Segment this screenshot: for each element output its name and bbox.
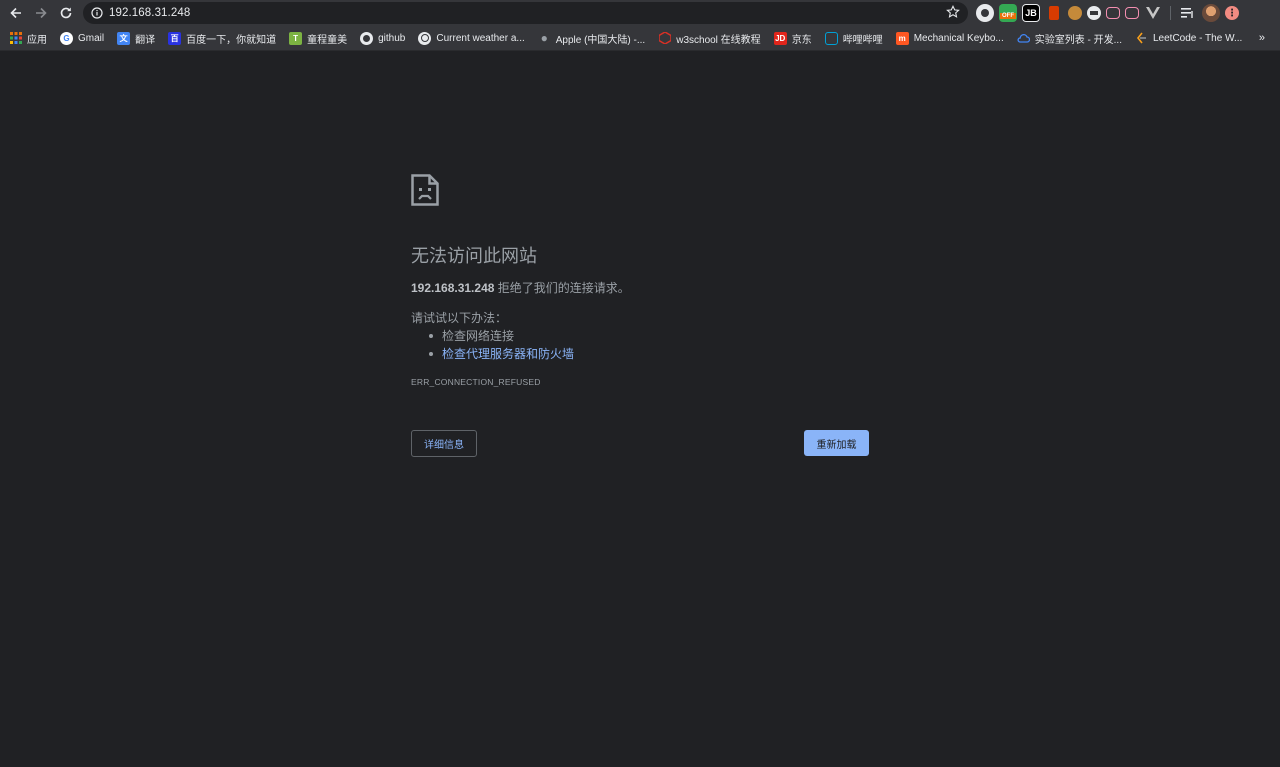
leetcode-icon [1135, 32, 1148, 45]
bookmarks-overflow-button[interactable]: » [1259, 32, 1265, 44]
address-bar[interactable]: 192.168.31.248 [83, 2, 968, 24]
error-host: 192.168.31.248 [411, 281, 495, 295]
bookmark-github[interactable]: github [360, 26, 405, 51]
w3school-icon [658, 32, 671, 45]
bookmark-label: w3school 在线教程 [676, 34, 761, 46]
off-badge-icon[interactable]: OFF [999, 4, 1017, 22]
bookmark-tongcheng[interactable]: T 童程童美 [289, 26, 347, 51]
reload-toolbar-button[interactable] [53, 0, 78, 26]
error-code: ERR_CONNECTION_REFUSED [411, 377, 541, 387]
toolbar-divider [1170, 6, 1171, 20]
baidu-icon: 百 [168, 31, 182, 45]
browser-toolbar: 192.168.31.248 OFF JB ⋮ [0, 0, 1280, 26]
tv-extension-icon[interactable] [1125, 7, 1139, 19]
url-text: 192.168.31.248 [109, 7, 191, 19]
bookmark-leetcode[interactable]: LeetCode - The W... [1135, 26, 1242, 51]
bookmark-baidu[interactable]: 百 百度一下，你就知道 [168, 26, 276, 51]
reload-icon [60, 7, 71, 19]
bookmark-label: 童程童美 [307, 34, 348, 46]
bookmark-label: 哔哩哔哩 [842, 34, 883, 46]
jd-icon: JD [773, 31, 787, 45]
bilibili-extension-icon[interactable] [1106, 7, 1120, 19]
jb-icon[interactable]: JB [1022, 4, 1040, 22]
bookmark-weather[interactable]: Current weather a... [418, 26, 525, 51]
profile-avatar[interactable] [1202, 4, 1220, 22]
chrome-update-icon[interactable]: ⋮ [1225, 6, 1239, 20]
bookmark-label: 应用 [27, 34, 47, 46]
bookmark-star-icon[interactable] [946, 5, 960, 24]
github-icon [360, 31, 374, 45]
translate-icon: 文 [117, 31, 131, 45]
apple-icon: ● [540, 31, 548, 45]
reload-button[interactable]: 重新加载 [804, 430, 869, 456]
bookmark-jd[interactable]: JD 京东 [773, 26, 812, 51]
bookmark-apple[interactable]: ● Apple (中国大陆) -... [538, 26, 646, 51]
try-suggestions-label: 请试试以下办法： [411, 311, 508, 325]
bookmark-label: Current weather a... [436, 32, 525, 44]
vue-extension-icon[interactable] [1144, 4, 1162, 22]
bookmark-label: LeetCode - The W... [1152, 32, 1243, 44]
suggestion-check-network: 检查网络连接 [428, 327, 574, 345]
bookmark-label: 京东 [791, 34, 812, 46]
bookmark-w3school[interactable]: w3school 在线教程 [658, 26, 761, 51]
bookmark-label: Gmail [78, 32, 105, 44]
forward-arrow-icon [35, 7, 47, 19]
extensions-bar: OFF JB ⋮ [976, 2, 1239, 24]
bookmark-mechanical-keyboard[interactable]: m Mechanical Keybo... [895, 26, 1004, 51]
circle-extension-icon[interactable] [1087, 6, 1101, 20]
bookmark-apps[interactable]: 应用 [9, 26, 47, 51]
tongcheng-icon: T [289, 31, 303, 45]
bookmark-bilibili[interactable]: 哔哩哔哩 [824, 26, 883, 51]
apps-grid-icon [9, 32, 22, 45]
bookmark-label: 百度一下，你就知道 [186, 34, 277, 46]
bookmark-label: Apple (中国大陆) -... [555, 34, 646, 46]
error-title: 无法访问此网站 [411, 246, 537, 266]
bookmark-label: github [378, 32, 406, 44]
error-page: 无法访问此网站 192.168.31.248 拒绝了我们的连接请求。 请试试以下… [0, 52, 1280, 767]
reading-list-icon[interactable] [1179, 4, 1197, 22]
bookmark-label: 实验室列表 - 开发... [1034, 34, 1122, 46]
cloud-icon [1017, 32, 1030, 45]
suggestion-check-proxy-link[interactable]: 检查代理服务器和防火墙 [428, 345, 574, 363]
google-icon: G [60, 31, 73, 45]
bookmark-label: 翻译 [135, 34, 156, 46]
forward-button[interactable] [28, 0, 53, 26]
bilibili-icon [824, 31, 838, 45]
error-message-suffix: 拒绝了我们的连接请求。 [494, 281, 630, 295]
back-arrow-icon [9, 7, 21, 19]
sad-page-icon [411, 174, 439, 206]
bookmark-lab-list[interactable]: 实验室列表 - 开发... [1017, 26, 1122, 51]
office-icon[interactable] [1045, 4, 1063, 22]
back-button[interactable] [3, 0, 28, 26]
cookie-icon[interactable] [1068, 6, 1082, 20]
globe-icon [418, 31, 432, 45]
suggestion-list: 检查网络连接 检查代理服务器和防火墙 [428, 327, 574, 363]
chrome-extension-icon[interactable] [976, 4, 994, 22]
bookmarks-bar: 应用 G Gmail 文 翻译 百 百度一下，你就知道 T 童程童美 githu… [0, 26, 1280, 51]
details-button[interactable]: 详细信息 [411, 430, 477, 457]
site-info-icon[interactable] [85, 7, 109, 19]
bookmark-label: Mechanical Keybo... [913, 32, 1004, 44]
bookmark-translate[interactable]: 文 翻译 [117, 26, 155, 51]
keyboard-icon: m [895, 31, 909, 45]
error-message: 192.168.31.248 拒绝了我们的连接请求。 [411, 279, 630, 296]
bookmark-gmail[interactable]: G Gmail [60, 26, 104, 51]
